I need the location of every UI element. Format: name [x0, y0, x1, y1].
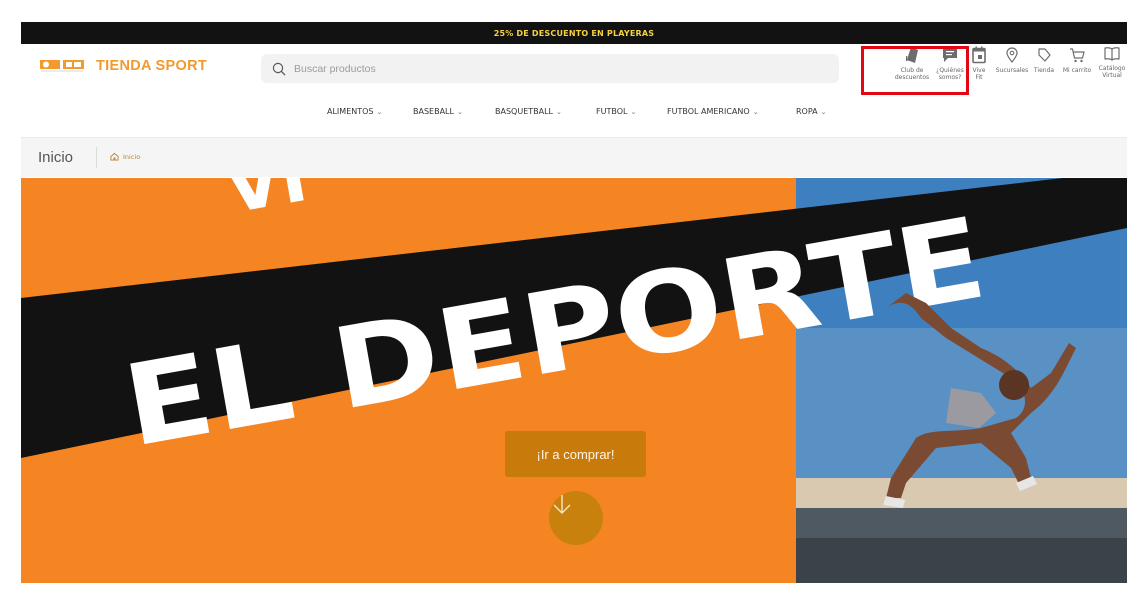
nav-label: Vive Fit — [972, 67, 986, 81]
browser-viewport: 25% DE DESCUENTO EN PLAYERAS TIENDA SPOR… — [21, 22, 1127, 583]
nav-catalogo-virtual[interactable]: Catálogo Virtual — [1097, 46, 1127, 79]
promo-text: 25% DE DESCUENTO EN PLAYERAS — [493, 28, 655, 38]
cart-icon — [1070, 48, 1085, 63]
chevron-down-icon: ⌄ — [752, 108, 759, 116]
page-title: Inicio — [38, 149, 74, 166]
nav-label: Catálogo Virtual — [1098, 65, 1126, 79]
nav-mi-carrito[interactable]: Mi carrito — [1060, 46, 1094, 74]
nav-tienda[interactable]: Tienda — [1032, 46, 1056, 74]
nav-label: Tienda — [1033, 67, 1055, 74]
nav-vive-fit[interactable]: Vive Fit — [969, 46, 989, 81]
promo-bar: 25% DE DESCUENTO EN PLAYERAS — [21, 22, 1127, 44]
category-nav: ALIMENTOS ⌄ BASEBALL ⌄ BASQUETBALL ⌄ FUTBOL… — [21, 102, 1127, 124]
chevron-down-icon: ⌄ — [630, 108, 637, 116]
search-icon — [272, 62, 286, 75]
chevron-down-icon: ⌄ — [376, 108, 383, 116]
page: 25% DE DESCUENTO EN PLAYERAS TIENDA SPOR… — [0, 0, 1146, 610]
nav-club-descuentos[interactable]: Club de descuentos — [891, 46, 933, 81]
brand-name: TIENDA SPORT — [96, 58, 208, 74]
chevron-down-icon: ⌄ — [556, 108, 562, 116]
site-logo[interactable]: TIENDA SPORT — [39, 56, 207, 76]
breadcrumb-link-label: Inicio — [123, 152, 141, 161]
breadcrumb-home-link[interactable]: Inicio — [110, 152, 140, 161]
chat-icon — [943, 48, 957, 62]
logo-icon — [39, 59, 85, 73]
search-input[interactable] — [294, 62, 774, 75]
book-icon — [1104, 47, 1120, 61]
nav-category-alimentos[interactable]: ALIMENTOS ⌄ — [327, 107, 382, 116]
nav-category-basquetball[interactable]: BASQUETBALL ⌄ — [495, 107, 562, 116]
nav-label: Sucursales — [995, 67, 1029, 74]
search-box — [261, 54, 839, 83]
scroll-down-button[interactable] — [549, 491, 603, 545]
nav-category-ropa[interactable]: ROPA ⌄ — [796, 107, 827, 116]
home-icon — [110, 152, 119, 161]
nav-label: Club de descuentos — [894, 67, 930, 81]
nav-category-futbol[interactable]: FUTBOL ⌄ — [596, 107, 636, 116]
breadcrumb-divider — [96, 147, 97, 168]
nav-sucursales[interactable]: Sucursales — [995, 46, 1029, 74]
nav-category-futbol-americano[interactable]: FUTBOL AMERICANO ⌄ — [667, 107, 759, 116]
chevron-down-icon: ⌄ — [456, 108, 463, 116]
nav-label: ¿Quiénes somos? — [936, 67, 964, 81]
shop-now-button[interactable]: ¡Ir a comprar! — [505, 431, 646, 477]
nav-category-baseball[interactable]: BASEBALL ⌄ — [413, 107, 463, 116]
nav-label: Mi carrito — [1062, 67, 1092, 74]
arrow-down-icon — [553, 495, 571, 514]
location-pin-icon — [1006, 47, 1018, 63]
tag-stack-icon — [906, 47, 918, 63]
breadcrumb: Inicio Inicio — [21, 137, 1127, 177]
nav-quienes-somos[interactable]: ¿Quiénes somos? — [933, 46, 967, 81]
tag-icon — [1037, 48, 1051, 62]
calendar-icon — [972, 46, 986, 64]
hero-banner: VI EL DEPORTE ¡Ir a comprar! — [21, 178, 1127, 583]
chevron-down-icon: ⌄ — [820, 108, 827, 116]
